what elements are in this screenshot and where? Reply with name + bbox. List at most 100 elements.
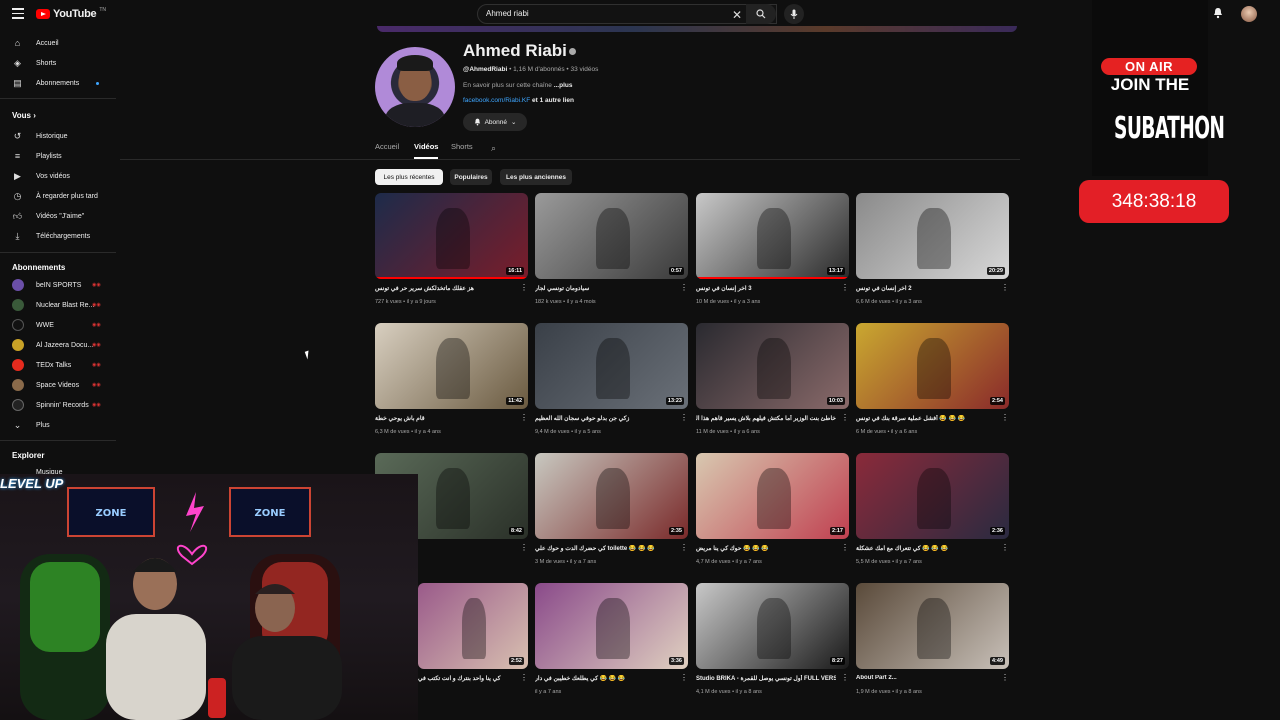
more-options-icon[interactable]: ⋮: [841, 674, 849, 682]
video-thumbnail[interactable]: 13:23: [535, 323, 688, 409]
subscribed-button[interactable]: Abonné ⌄: [463, 113, 527, 131]
video-title[interactable]: كي ينا واحد بنترك و انت تكتب في: [418, 675, 518, 682]
home-icon: ⌂: [14, 38, 21, 48]
notifications-icon[interactable]: [1213, 7, 1223, 19]
sidebar-item-your-videos[interactable]: ▶ Vos vidéos: [0, 168, 118, 184]
video-title[interactable]: زكي جن بدلو حوفي سجان الله العظيم: [535, 415, 675, 422]
divider: [0, 252, 116, 253]
chip-popular[interactable]: Populaires: [450, 169, 492, 185]
video-title[interactable]: 😂 😂 😂 حوك كي ينا مريض: [696, 545, 836, 552]
about-more[interactable]: ...plus: [554, 82, 573, 89]
webcam-feed: ZONE ZONE: [0, 474, 418, 720]
channel-search-icon[interactable]: ⌕: [491, 143, 496, 154]
video-title[interactable]: Studio BRIKA - أول تونسي يوصل للقمرة FUL…: [696, 675, 836, 682]
video-thumbnail[interactable]: 4:49: [856, 583, 1009, 669]
about-text: En savoir plus sur cette chaîne: [463, 82, 554, 89]
video-thumbnail[interactable]: 11:42: [375, 323, 528, 409]
account-avatar[interactable]: [1241, 6, 1257, 22]
video-title[interactable]: 😂 😂 😂 كي تتعراك مع امك عشكلة: [856, 545, 996, 552]
video-thumbnail[interactable]: 2:35: [535, 453, 688, 539]
microphone-icon: [790, 9, 798, 19]
more-options-icon[interactable]: ⋮: [520, 414, 528, 422]
video-meta: 727 k vues • il y a 9 jours: [375, 299, 436, 305]
more-options-icon[interactable]: ⋮: [520, 544, 528, 552]
video-thumbnail[interactable]: 2:52: [418, 583, 528, 669]
sidebar-sub-wwe[interactable]: WWE ◉◉: [0, 317, 118, 333]
video-title[interactable]: سيادومان تونسي لجار: [535, 285, 675, 292]
video-title[interactable]: 3 آخر إنسان في تونس: [696, 285, 836, 292]
new-content-dot: [96, 82, 99, 85]
sidebar-item-watch-later[interactable]: ◷ À regarder plus tard: [0, 188, 118, 204]
video-thumbnail[interactable]: 2:54: [856, 323, 1009, 409]
video-thumbnail[interactable]: 2:17: [696, 453, 849, 539]
more-options-icon[interactable]: ⋮: [520, 284, 528, 292]
you-heading[interactable]: Vous ›: [12, 111, 36, 120]
chip-latest[interactable]: Les plus récentes: [375, 169, 443, 185]
youtube-logo[interactable]: YouTube TN: [36, 7, 106, 20]
voice-search-button[interactable]: [784, 4, 804, 24]
sidebar-item-shorts[interactable]: ◈ Shorts: [0, 55, 118, 71]
more-options-icon[interactable]: ⋮: [841, 284, 849, 292]
video-thumbnail[interactable]: 10:03: [696, 323, 849, 409]
video-thumbnail[interactable]: 0:57: [535, 193, 688, 279]
video-title[interactable]: 2 آخر إنسان في تونس: [856, 285, 996, 292]
more-options-icon[interactable]: ⋮: [680, 284, 688, 292]
video-title[interactable]: خاطئ بنت الوزير أما مكتش فيلهم بلاش يسير…: [696, 415, 836, 422]
video-title[interactable]: هز عقلك ماتخدلكش سرير حر في تونس: [375, 285, 515, 292]
sidebar-sub-tedx[interactable]: TEDx Talks ◉◉: [0, 357, 118, 373]
video-duration: 8:27: [829, 657, 845, 665]
sidebar-item-playlists[interactable]: ≡ Playlists: [0, 148, 118, 164]
channel-about[interactable]: En savoir plus sur cette chaîne ...plus: [463, 82, 572, 89]
sidebar-sub-al-jazeera[interactable]: Al Jazeera Docu... ◉◉: [0, 337, 118, 353]
video-title[interactable]: قام باش يوحي خطة: [375, 415, 515, 422]
sidebar-item-subscriptions[interactable]: ▤ Abonnements: [0, 75, 118, 91]
video-thumbnail[interactable]: 3:36: [535, 583, 688, 669]
sidebar-item-liked[interactable]: 👍︎ Vidéos "J'aime": [0, 208, 118, 224]
sidebar-sub-space-videos[interactable]: Space Videos ◉◉: [0, 377, 118, 393]
video-title[interactable]: 😂 😂 😂 أفشل عملية سرقة بنك في تونس: [856, 415, 996, 422]
sidebar-item-history[interactable]: ↺ Historique: [0, 128, 118, 144]
shorts-icon: ◈: [14, 57, 21, 68]
search-box[interactable]: ✕: [477, 4, 777, 24]
more-options-icon[interactable]: ⋮: [1001, 284, 1009, 292]
video-thumbnail[interactable]: 20:29: [856, 193, 1009, 279]
video-meta: 1,9 M de vues • il y a 8 ans: [856, 689, 922, 695]
more-options-icon[interactable]: ⋮: [520, 674, 528, 682]
sidebar-item-home[interactable]: ⌂ Accueil: [0, 35, 118, 51]
video-title[interactable]: About Part 2...: [856, 675, 996, 681]
menu-icon[interactable]: [12, 8, 24, 19]
video-thumbnail[interactable]: 2:36: [856, 453, 1009, 539]
chevron-down-icon: ⌄: [13, 419, 22, 430]
tab-shorts[interactable]: Shorts: [451, 142, 473, 151]
more-options-icon[interactable]: ⋮: [1001, 674, 1009, 682]
sidebar-sub-nuclear-blast[interactable]: Nuclear Blast Re... ◉◉: [0, 297, 118, 313]
tab-home[interactable]: Accueil: [375, 142, 399, 151]
more-options-icon[interactable]: ⋮: [680, 544, 688, 552]
sidebar-item-downloads[interactable]: ⤓ Téléchargements: [0, 228, 118, 244]
sidebar-sub-spinnin[interactable]: Spinnin' Records ◉◉: [0, 397, 118, 413]
more-options-icon[interactable]: ⋮: [1001, 544, 1009, 552]
more-options-icon[interactable]: ⋮: [841, 414, 849, 422]
sidebar-more[interactable]: ⌄ Plus: [0, 417, 118, 433]
channel-avatar-large[interactable]: [375, 47, 455, 127]
more-options-icon[interactable]: ⋮: [680, 674, 688, 682]
video-title[interactable]: 😂 😂 😂 كي يطلعك خطيبن في دار: [535, 675, 675, 682]
playlists-icon: ≡: [14, 151, 21, 161]
video-thumbnail[interactable]: 16:11: [375, 193, 528, 279]
more-options-icon[interactable]: ⋮: [680, 414, 688, 422]
more-options-icon[interactable]: ⋮: [841, 544, 849, 552]
channel-link-more[interactable]: et 1 autre lien: [530, 97, 574, 104]
video-thumbnail[interactable]: 8:27: [696, 583, 849, 669]
channel-link[interactable]: facebook.com/Riabi.KF: [463, 97, 530, 104]
clear-icon[interactable]: ✕: [732, 8, 742, 22]
more-options-icon[interactable]: ⋮: [1001, 414, 1009, 422]
video-meta: il y a 7 ans: [535, 689, 562, 695]
search-button[interactable]: [746, 4, 776, 24]
tab-videos[interactable]: Vidéos: [414, 142, 438, 151]
sidebar-sub-bein[interactable]: beIN SPORTS ◉◉: [0, 277, 118, 293]
video-thumbnail[interactable]: 13:17: [696, 193, 849, 279]
chip-oldest[interactable]: Les plus anciennes: [500, 169, 572, 185]
search-input[interactable]: [486, 9, 716, 18]
video-title[interactable]: 😂 😂 😂 toilette كي حضرك الدت و حوك علي: [535, 545, 675, 552]
mouse-cursor: [304, 350, 312, 360]
